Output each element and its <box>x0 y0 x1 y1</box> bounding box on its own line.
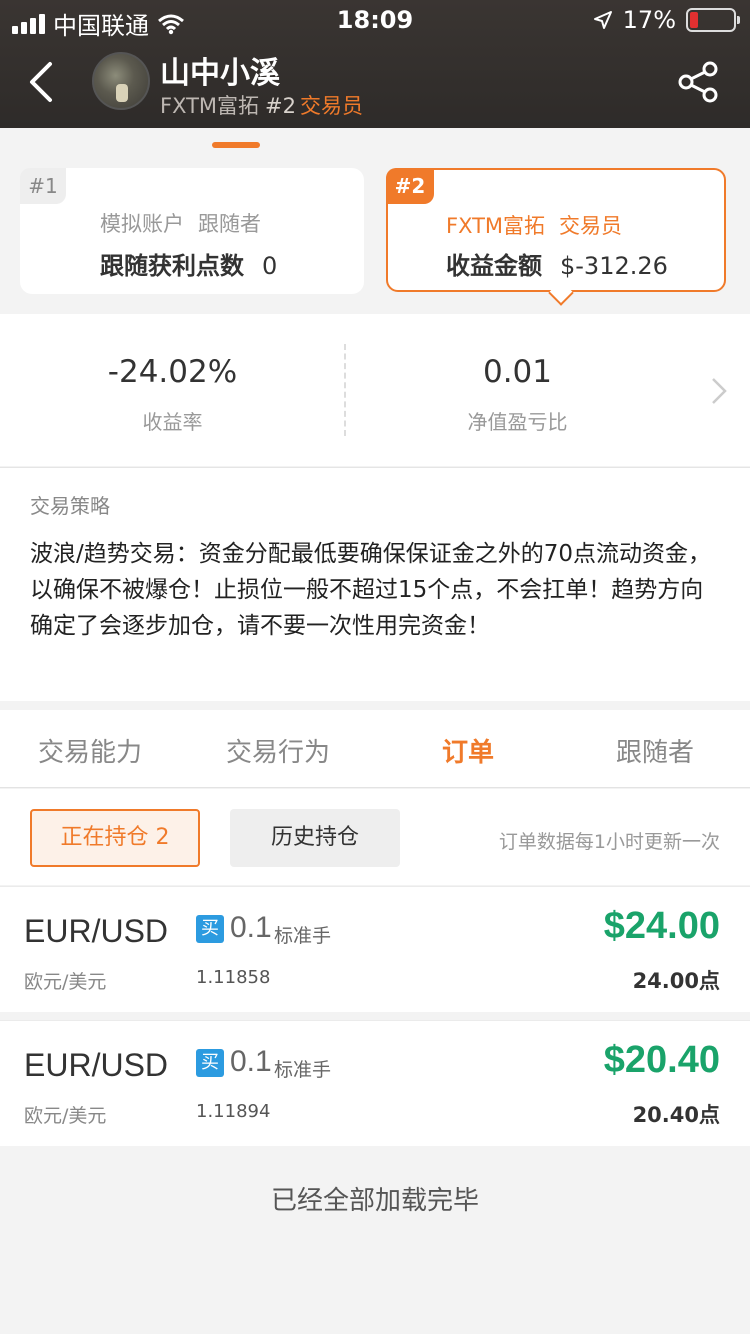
rank-badge: #1 <box>20 168 66 204</box>
stat-return-rate: -24.02% 收益率 <box>0 314 345 466</box>
card-metric: 跟随获利点数 0 <box>100 246 277 281</box>
profit-points: 20.40点 <box>632 1103 720 1127</box>
lot-unit: 标准手 <box>274 925 332 947</box>
metric-value: 0 <box>262 252 278 280</box>
lot-size: 0.1 <box>230 911 272 944</box>
role-label: 交易员 <box>300 94 364 118</box>
chevron-right-icon[interactable] <box>710 376 728 406</box>
account-type: 模拟账户 <box>100 212 184 236</box>
order-row[interactable]: EUR/USD 买 0.1 标准手 欧元/美元 1.11894 $20.40 2… <box>0 1020 750 1146</box>
stats-panel[interactable]: -24.02% 收益率 0.01 净值盈亏比 <box>0 314 750 466</box>
avatar[interactable] <box>92 52 150 110</box>
symbol-cn: 欧元/美元 <box>24 1105 107 1127</box>
tab-trading-behavior[interactable]: 交易行为 <box>226 732 330 769</box>
metric-value: $-312.26 <box>560 252 668 280</box>
symbol: EUR/USD <box>24 913 169 949</box>
card-metric: 收益金额 $-312.26 <box>446 246 668 281</box>
account-type: FXTM富拓 <box>446 214 546 238</box>
battery-icon <box>686 8 740 32</box>
symbol-cn: 欧元/美元 <box>24 971 107 993</box>
profit-amount: $20.40 <box>603 1039 720 1081</box>
metric-label: 跟随获利点数 <box>100 252 244 280</box>
app-header: 中国联通 18:09 17% 山中小溪 FXTM富拓 #2 交易员 <box>0 0 750 128</box>
rank-badge: #2 <box>386 168 434 204</box>
strategy-text: 波浪/趋势交易：资金分配最低要确保保证金之外的70点流动资金，以确保不被爆仓！止… <box>30 541 712 639</box>
stat-value: 0.01 <box>482 354 553 390</box>
lot-size: 0.1 <box>230 1045 272 1078</box>
account-card-follower[interactable]: #1 模拟账户 跟随者 跟随获利点数 0 <box>20 168 364 294</box>
update-note: 订单数据每1小时更新一次 <box>498 831 720 853</box>
tab-bar: 交易能力 交易行为 订单 跟随者 <box>0 710 750 788</box>
broker-label: FXTM富拓 <box>160 94 260 118</box>
metric-label: 收益金额 <box>446 252 542 280</box>
order-row[interactable]: EUR/USD 买 0.1 标准手 欧元/美元 1.11858 $24.00 2… <box>0 886 750 1012</box>
back-icon[interactable] <box>24 58 64 106</box>
stat-label: 净值盈亏比 <box>467 410 568 434</box>
account-role: 跟随者 <box>198 212 261 236</box>
location-arrow-icon <box>593 11 612 29</box>
tab-followers[interactable]: 跟随者 <box>616 732 694 769</box>
position-filter: 正在持仓 2 历史持仓 订单数据每1小时更新一次 <box>0 789 750 885</box>
page-indicator <box>212 142 260 148</box>
buy-badge: 买 <box>196 915 224 943</box>
trader-name: 山中小溪 <box>160 56 280 91</box>
rank-label: #2 <box>265 94 297 118</box>
open-price: 1.11894 <box>196 1101 271 1122</box>
tab-orders[interactable]: 订单 <box>442 732 494 769</box>
profit-points: 24.00点 <box>632 969 720 993</box>
load-complete-message: 已经全部加载完毕 <box>270 1186 479 1216</box>
account-card-trader[interactable]: #2 FXTM富拓 交易员 收益金额 $-312.26 <box>386 168 726 292</box>
buy-badge: 买 <box>196 1049 224 1077</box>
battery-percent: 17% <box>622 6 676 34</box>
profit-amount: $24.00 <box>603 905 720 947</box>
account-role: 交易员 <box>559 214 623 238</box>
history-positions-button[interactable]: 历史持仓 <box>230 809 400 867</box>
card-subtitle: 模拟账户 跟随者 <box>100 208 261 238</box>
card-subtitle: FXTM富拓 交易员 <box>446 210 622 240</box>
symbol: EUR/USD <box>24 1047 169 1083</box>
trader-subtitle: FXTM富拓 #2 交易员 <box>160 90 363 120</box>
lot-unit: 标准手 <box>274 1059 332 1081</box>
stat-equity-ratio: 0.01 净值盈亏比 <box>345 314 690 466</box>
strategy-section: 交易策略 波浪/趋势交易：资金分配最低要确保保证金之外的70点流动资金，以确保不… <box>0 467 750 701</box>
share-icon[interactable] <box>676 60 720 104</box>
stat-label: 收益率 <box>142 410 203 434</box>
status-bar: 中国联通 18:09 17% <box>0 0 750 40</box>
section-title: 交易策略 <box>30 494 110 518</box>
open-positions-button[interactable]: 正在持仓 2 <box>30 809 200 867</box>
open-price: 1.11858 <box>196 967 271 988</box>
tab-trading-ability[interactable]: 交易能力 <box>38 732 142 769</box>
stat-value: -24.02% <box>107 354 238 390</box>
